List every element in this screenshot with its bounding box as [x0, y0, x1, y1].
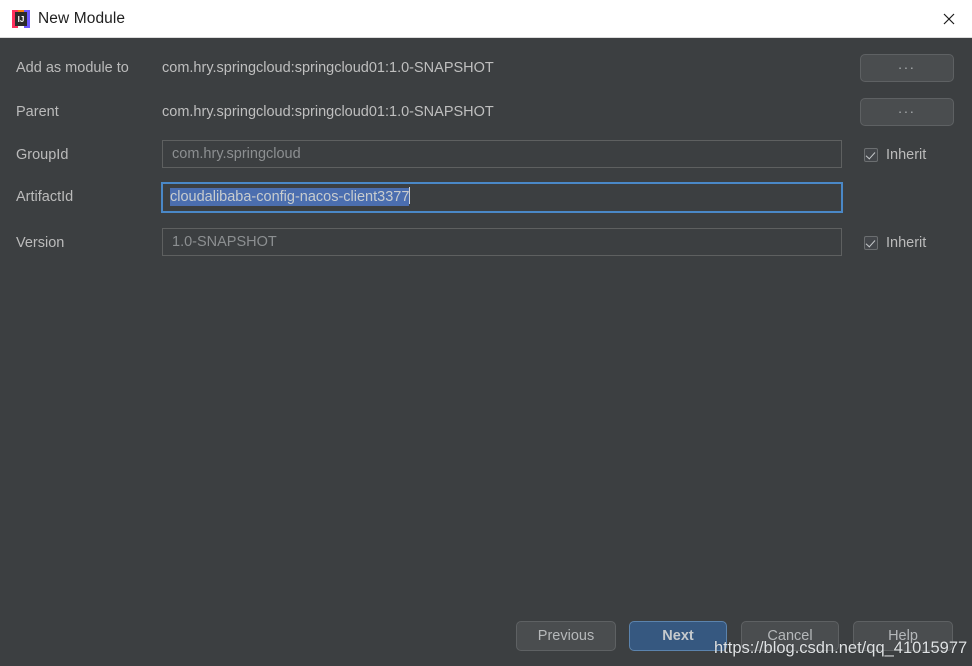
help-button[interactable]: Help: [853, 621, 953, 651]
inherit-checkbox-groupid[interactable]: Inherit: [864, 140, 926, 170]
new-module-dialog: IJ New Module Add as module to com.hry.sp…: [0, 0, 972, 666]
label-artifactid: ArtifactId: [16, 189, 74, 205]
previous-button[interactable]: Previous: [516, 621, 616, 651]
next-button[interactable]: Next: [629, 621, 727, 651]
cancel-button-label: Cancel: [767, 628, 813, 644]
label-add-as-module-to: Add as module to: [16, 60, 129, 76]
artifactid-input[interactable]: cloudalibaba-config-nacos-client3377: [161, 182, 843, 213]
title-bar: IJ New Module: [0, 0, 972, 38]
next-button-label: Next: [662, 628, 694, 644]
version-input[interactable]: 1.0-SNAPSHOT: [162, 228, 842, 256]
form-row-artifactid: ArtifactId cloudalibaba-config-nacos-clie…: [0, 182, 972, 213]
text-caret: [409, 187, 411, 204]
svg-text:IJ: IJ: [18, 15, 25, 24]
label-groupid: GroupId: [16, 147, 69, 163]
form-row-version: Version 1.0-SNAPSHOT Inherit: [0, 228, 972, 258]
cancel-button[interactable]: Cancel: [741, 621, 839, 651]
previous-button-label: Previous: [537, 628, 595, 644]
browse-button-parent[interactable]: ...: [860, 98, 954, 126]
label-parent: Parent: [16, 104, 59, 120]
form-row-groupid: GroupId com.hry.springcloud Inherit: [0, 140, 972, 170]
help-button-label: Help: [888, 628, 918, 644]
groupid-input[interactable]: com.hry.springcloud: [162, 140, 842, 168]
close-icon[interactable]: [926, 0, 972, 37]
checkmark-icon: [864, 148, 878, 162]
intellij-idea-icon: IJ: [11, 9, 31, 29]
label-version: Version: [16, 235, 65, 251]
browse-button-add-as-module-to[interactable]: ...: [860, 54, 954, 82]
ellipsis-icon: ...: [898, 100, 916, 116]
window-title: New Module: [38, 10, 126, 27]
version-input-text: 1.0-SNAPSHOT: [172, 234, 277, 250]
value-parent: com.hry.springcloud:springcloud01:1.0-SN…: [162, 104, 494, 120]
checkmark-icon: [864, 236, 878, 250]
module-form: Add as module to com.hry.springcloud:spri…: [0, 38, 972, 628]
form-row-add-as-module-to: Add as module to com.hry.springcloud:spri…: [0, 53, 972, 83]
groupid-input-text: com.hry.springcloud: [172, 146, 301, 162]
inherit-label-groupid: Inherit: [886, 147, 927, 163]
inherit-label-version: Inherit: [886, 235, 927, 251]
artifactid-input-text: cloudalibaba-config-nacos-client3377: [170, 188, 410, 206]
value-add-as-module-to: com.hry.springcloud:springcloud01:1.0-SN…: [162, 60, 494, 76]
form-row-parent: Parent com.hry.springcloud:springcloud01:…: [0, 97, 972, 127]
ellipsis-icon: ...: [898, 56, 916, 72]
inherit-checkbox-version[interactable]: Inherit: [864, 228, 926, 258]
